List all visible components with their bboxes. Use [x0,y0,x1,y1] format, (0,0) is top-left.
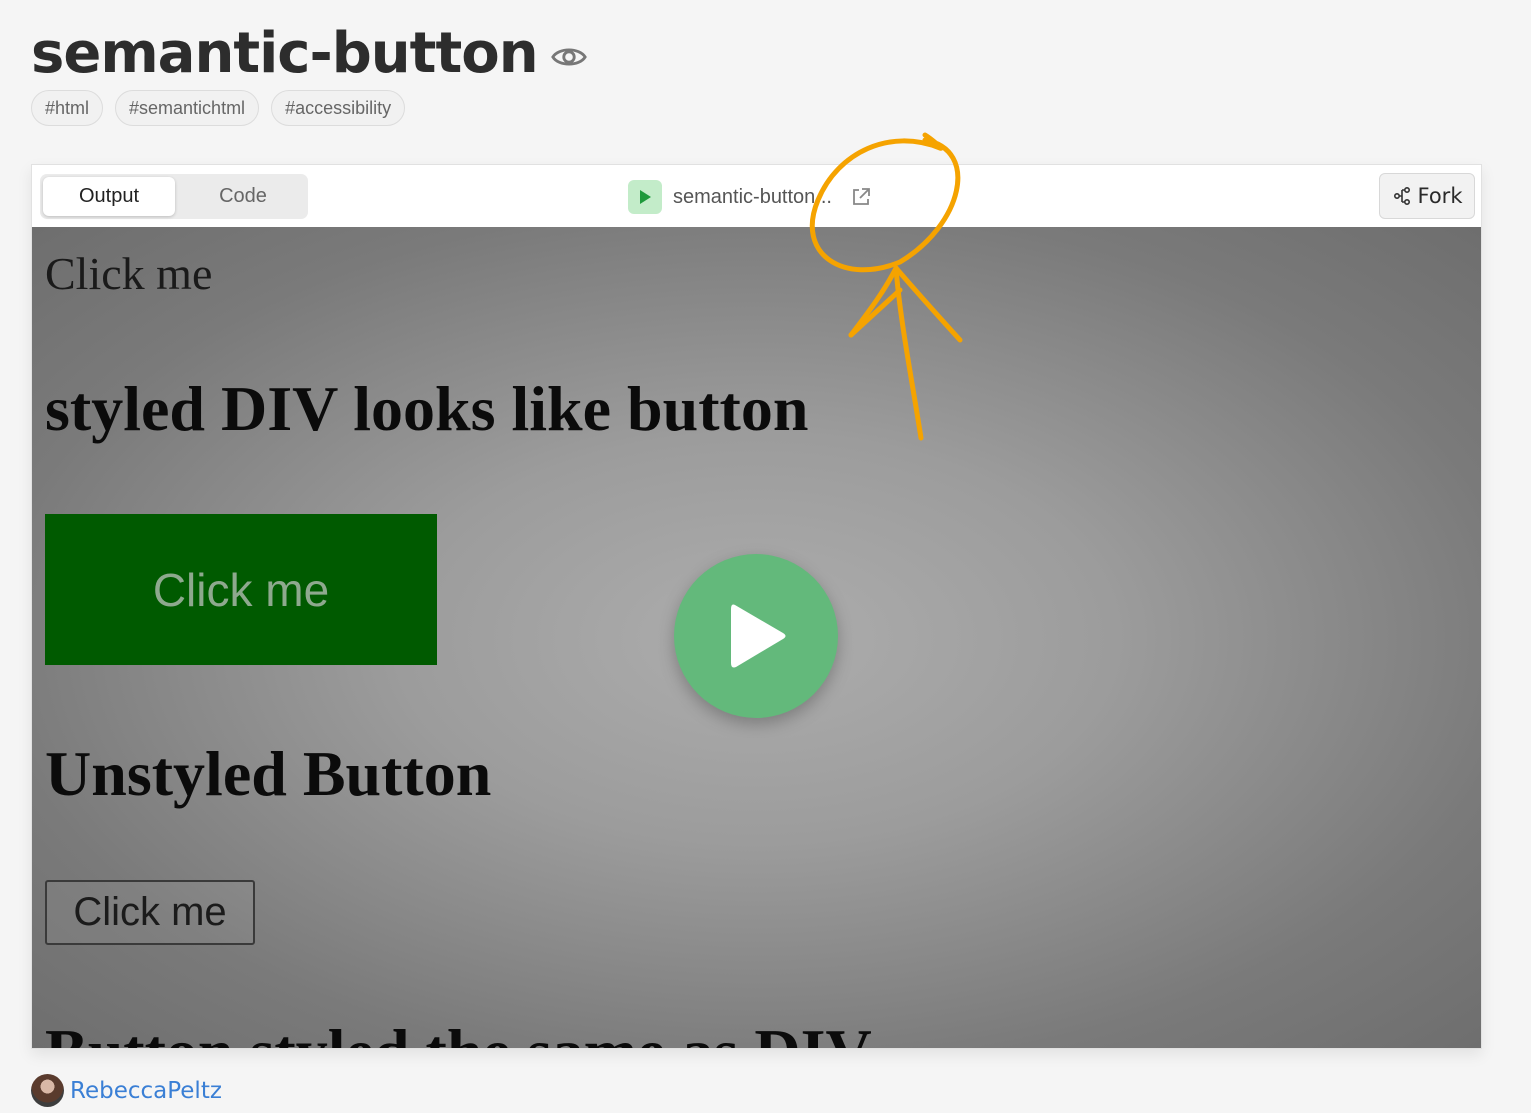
file-name: semantic-button... [673,185,832,208]
tag-semantichtml[interactable]: #semantichtml [115,90,260,126]
author: RebeccaPeltz [31,1074,222,1107]
preview-plain-text: Click me [45,248,213,299]
preview-unstyled-button[interactable]: Click me [45,880,255,945]
fork-icon [1393,186,1410,206]
tab-output[interactable]: Output [43,177,175,216]
external-link-icon[interactable] [850,186,872,208]
tab-code[interactable]: Code [177,177,309,216]
tag-html[interactable]: #html [31,90,104,126]
output-preview[interactable]: Click me styled DIV looks like button Cl… [32,227,1481,1048]
preview-heading-styled-div: styled DIV looks like button [45,373,809,444]
title-row: semantic-button [31,18,588,90]
view-toggle: Output Code [40,174,308,219]
tag-list: #html #semantichtml #accessibility [31,90,406,126]
playground-panel: Output Code semantic-button... Fork Clic… [31,164,1482,1049]
fork-label: Fork [1417,184,1463,208]
eye-icon[interactable] [550,38,588,76]
fork-button[interactable]: Fork [1379,173,1475,219]
run-icon[interactable] [628,180,662,214]
preview-green-div-button[interactable]: Click me [45,514,437,665]
tag-accessibility[interactable]: #accessibility [271,90,406,126]
play-button[interactable] [674,554,838,718]
author-link[interactable]: RebeccaPeltz [70,1078,222,1104]
preview-heading-unstyled: Unstyled Button [45,738,492,809]
page-title: semantic-button [31,21,539,86]
file-label: semantic-button... [628,180,872,214]
avatar[interactable] [31,1074,64,1107]
playground-toolbar: Output Code semantic-button... Fork [32,165,1481,227]
play-icon [731,604,786,668]
preview-heading-button-styled: Button styled the same as DIV [45,1015,872,1048]
